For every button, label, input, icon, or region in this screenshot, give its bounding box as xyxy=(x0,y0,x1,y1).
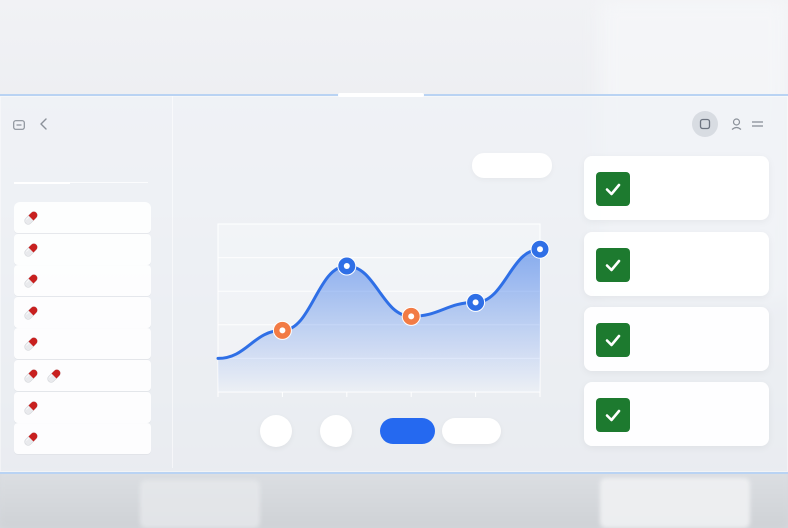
task-checkbox[interactable] xyxy=(596,323,630,357)
pill-icon xyxy=(24,306,38,320)
pill-icon xyxy=(24,211,38,225)
medication-list-item[interactable] xyxy=(14,296,151,328)
check-icon xyxy=(605,183,621,196)
medication-list-item[interactable] xyxy=(14,391,151,423)
medication-list-item[interactable] xyxy=(14,423,151,455)
data-point-center xyxy=(472,299,479,306)
medication-list xyxy=(14,202,151,455)
task-card[interactable] xyxy=(584,382,769,446)
pill-icon xyxy=(24,243,38,257)
task-checkbox[interactable] xyxy=(596,172,630,206)
pill-icon xyxy=(24,369,38,383)
pill-icon xyxy=(24,274,38,288)
pill-icon xyxy=(24,400,38,415)
panel-drag-handle[interactable] xyxy=(338,93,424,97)
window-toggle-button[interactable] xyxy=(692,111,718,137)
primary-action-button[interactable] xyxy=(380,418,435,444)
medication-list-item[interactable] xyxy=(14,328,151,360)
option-button-2[interactable] xyxy=(320,415,352,447)
medication-list-item[interactable] xyxy=(14,202,151,233)
line-chart xyxy=(216,223,550,397)
check-icon xyxy=(605,409,621,422)
window-ctrl-icon xyxy=(699,118,711,130)
background-table xyxy=(140,480,260,528)
chart-label-pill[interactable] xyxy=(472,153,552,178)
data-point-center xyxy=(408,313,415,320)
pill-icon xyxy=(24,432,38,446)
task-checkbox[interactable] xyxy=(596,398,630,432)
background-chair xyxy=(600,478,750,528)
divider xyxy=(70,182,148,183)
data-point-center xyxy=(537,246,543,253)
task-card[interactable] xyxy=(584,156,769,220)
menu-icon[interactable] xyxy=(751,119,764,129)
medication-list-item[interactable] xyxy=(14,359,151,391)
option-button-1[interactable] xyxy=(260,415,292,447)
secondary-action-button[interactable] xyxy=(442,418,501,444)
sidebar-toggle-icon[interactable] xyxy=(13,120,25,130)
check-icon xyxy=(605,334,621,347)
user-icon[interactable] xyxy=(731,118,742,130)
pill-icon xyxy=(24,337,38,351)
data-point-center xyxy=(343,263,350,269)
tab-indicator xyxy=(14,182,70,184)
back-icon[interactable] xyxy=(38,117,50,131)
task-card[interactable] xyxy=(584,232,769,296)
medication-list-item[interactable] xyxy=(14,233,151,265)
medication-list-item[interactable] xyxy=(14,265,151,297)
pill-icon xyxy=(47,369,61,383)
task-card[interactable] xyxy=(584,307,769,371)
check-icon xyxy=(605,259,621,272)
task-checkbox[interactable] xyxy=(596,248,630,282)
data-point-center xyxy=(279,327,286,334)
